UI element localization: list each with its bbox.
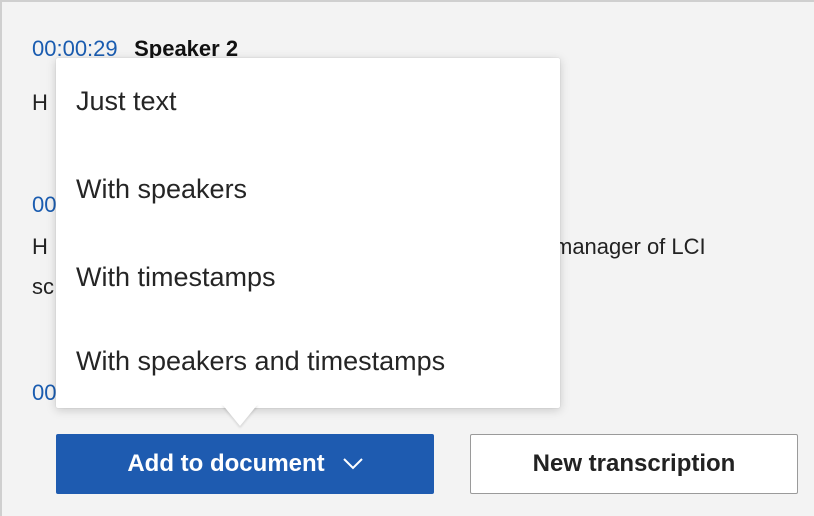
menu-item-with-speakers[interactable]: With speakers <box>76 174 247 205</box>
new-transcription-button[interactable]: New transcription <box>470 434 798 494</box>
transcript-text-partial: H <box>32 90 48 115</box>
transcript-text-visible: manager of LCI <box>554 234 706 259</box>
add-to-document-label: Add to document <box>127 450 325 477</box>
menu-item-with-speakers-and-timestamps[interactable]: With speakers and timestamps <box>76 346 445 377</box>
menu-item-with-timestamps[interactable]: With timestamps <box>76 262 276 293</box>
chevron-down-icon <box>342 458 363 470</box>
timestamp-link-partial[interactable]: 00 <box>32 192 56 218</box>
add-to-document-menu: Just text With speakers With timestamps … <box>56 58 560 408</box>
menu-item-just-text[interactable]: Just text <box>76 86 177 117</box>
add-to-document-button[interactable]: Add to document <box>56 434 434 494</box>
timestamp-link-partial[interactable]: 00 <box>32 380 56 406</box>
menu-caret <box>222 404 258 426</box>
transcript-text-partial: sc <box>32 274 54 299</box>
transcript-text-partial: H <box>32 234 48 259</box>
new-transcription-label: New transcription <box>532 450 736 477</box>
